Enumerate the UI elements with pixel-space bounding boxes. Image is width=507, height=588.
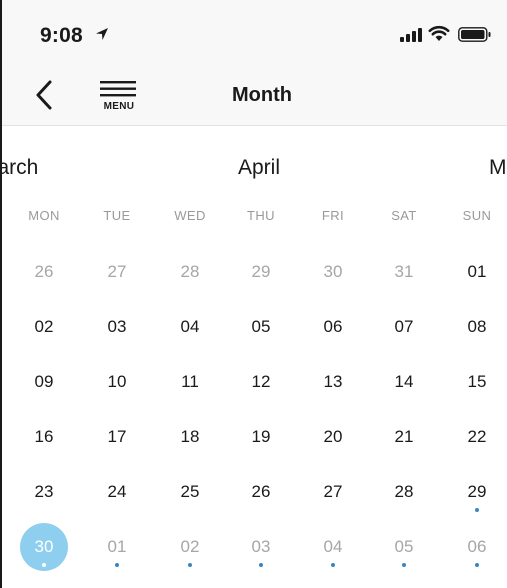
- day-cell[interactable]: 19: [237, 413, 285, 461]
- day-cell[interactable]: 27: [93, 248, 141, 296]
- day-cell[interactable]: 03: [237, 523, 285, 571]
- wifi-icon: [428, 25, 450, 41]
- day-cell[interactable]: 30: [309, 248, 357, 296]
- weekday-label: MON: [28, 208, 60, 223]
- day-cell[interactable]: 05: [380, 523, 428, 571]
- day-cell[interactable]: 04: [166, 303, 214, 351]
- day-cell[interactable]: 02: [166, 523, 214, 571]
- day-cell[interactable]: 20: [309, 413, 357, 461]
- event-dot: [475, 508, 479, 512]
- chevron-left-icon: [36, 80, 52, 110]
- week-row: 23 24 25 26 27 28 29: [2, 472, 507, 512]
- week-row: 09 10 11 12 13 14 15: [2, 362, 507, 402]
- weekday-label: THU: [247, 208, 275, 223]
- day-cell[interactable]: 06: [453, 523, 501, 571]
- status-bar: 9:08: [2, 0, 507, 62]
- menu-label: MENU: [103, 101, 135, 112]
- week-row: 30 01 02 03 04 05 06: [2, 523, 507, 571]
- day-cell[interactable]: 09: [20, 358, 68, 406]
- day-cell[interactable]: 14: [380, 358, 428, 406]
- week-row: 16 17 18 19 20 21 22: [2, 417, 507, 457]
- event-dot: [331, 563, 335, 567]
- day-cell[interactable]: 13: [309, 358, 357, 406]
- day-cell[interactable]: 24: [93, 468, 141, 516]
- day-cell[interactable]: 28: [166, 248, 214, 296]
- calendar-screen: 9:08 MENU Month rch April M MON TUE WED …: [0, 0, 507, 588]
- day-cell[interactable]: 05: [237, 303, 285, 351]
- month-current: April: [238, 156, 281, 179]
- weekday-label: SAT: [391, 208, 417, 223]
- weekday-label: FRI: [321, 208, 345, 223]
- weekday-label: WED: [174, 208, 206, 223]
- day-cell[interactable]: 21: [380, 413, 428, 461]
- nav-bar: MENU Month: [2, 62, 507, 126]
- event-dot: [115, 563, 119, 567]
- day-cell[interactable]: 08: [453, 303, 501, 351]
- day-cell[interactable]: 26: [237, 468, 285, 516]
- day-cell[interactable]: 27: [309, 468, 357, 516]
- month-prev[interactable]: March: [2, 156, 38, 180]
- location-arrow-icon: [96, 28, 108, 40]
- day-cell[interactable]: 25: [166, 468, 214, 516]
- day-cell[interactable]: 26: [20, 248, 68, 296]
- event-dot: [259, 563, 263, 567]
- day-cell[interactable]: 28: [380, 468, 428, 516]
- cellular-signal-icon: [400, 28, 422, 42]
- battery-icon: [458, 27, 491, 42]
- day-cell[interactable]: 31: [380, 248, 428, 296]
- menu-button[interactable]: MENU: [98, 78, 140, 114]
- week-row: 02 03 04 05 06 07 08: [2, 307, 507, 347]
- day-cell[interactable]: 01: [93, 523, 141, 571]
- selected-day[interactable]: 30: [20, 523, 68, 571]
- day-cell[interactable]: 06: [309, 303, 357, 351]
- event-dot: [42, 563, 46, 567]
- day-cell[interactable]: 11: [166, 358, 214, 406]
- day-cell[interactable]: 12: [237, 358, 285, 406]
- back-button[interactable]: [30, 78, 60, 112]
- day-cell[interactable]: 02: [20, 303, 68, 351]
- day-cell[interactable]: 29: [453, 468, 501, 516]
- status-time: 9:08: [40, 24, 83, 47]
- day-cell[interactable]: 01: [453, 248, 501, 296]
- day-cell[interactable]: 16: [20, 413, 68, 461]
- day-cell[interactable]: 07: [380, 303, 428, 351]
- day-cell[interactable]: 03: [93, 303, 141, 351]
- day-cell[interactable]: 10: [93, 358, 141, 406]
- weekday-label: SUN: [462, 208, 492, 223]
- weekday-label: TUE: [103, 208, 131, 223]
- day-cell[interactable]: 17: [93, 413, 141, 461]
- day-cell[interactable]: 15: [453, 358, 501, 406]
- month-next[interactable]: May: [489, 156, 507, 180]
- hamburger-icon: [100, 81, 136, 97]
- week-row: 26 27 28 29 30 31 01: [2, 252, 507, 292]
- event-dot: [188, 563, 192, 567]
- day-cell[interactable]: 22: [453, 413, 501, 461]
- month-strip: March April May: [2, 150, 507, 190]
- day-cell[interactable]: 29: [237, 248, 285, 296]
- event-dot: [475, 563, 479, 567]
- day-cell[interactable]: 18: [166, 413, 214, 461]
- day-cell[interactable]: 04: [309, 523, 357, 571]
- weekday-header: MON TUE WED THU FRI SAT SUN: [2, 208, 507, 228]
- event-dot: [402, 563, 406, 567]
- page-title: Month: [232, 84, 292, 106]
- day-cell[interactable]: 23: [20, 468, 68, 516]
